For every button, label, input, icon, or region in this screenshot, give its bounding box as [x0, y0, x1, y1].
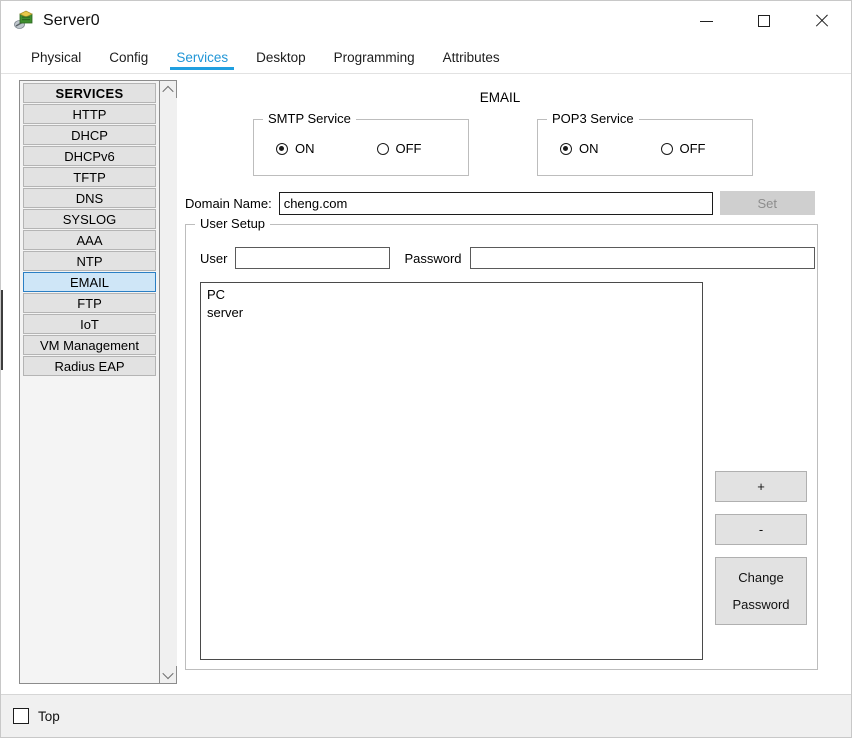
list-item[interactable]: PC — [205, 286, 702, 304]
sidebar-item-dns[interactable]: DNS — [23, 188, 156, 208]
chevron-up-icon — [162, 85, 174, 97]
minimize-icon — [699, 20, 713, 22]
close-icon — [814, 13, 830, 29]
password-label: Password — [404, 250, 462, 266]
sidebar-item-email[interactable]: EMAIL — [23, 272, 156, 292]
pop3-on-radio[interactable]: ON — [560, 141, 599, 156]
add-user-button[interactable]: + — [715, 471, 807, 502]
remove-user-button[interactable]: - — [715, 514, 807, 545]
smtp-on-radio[interactable]: ON — [276, 141, 315, 156]
scroll-down-button[interactable] — [160, 666, 177, 683]
chevron-down-icon — [162, 667, 174, 679]
services-list-header: SERVICES — [23, 83, 156, 103]
top-checkbox-label: Top — [38, 708, 60, 724]
tab-physical[interactable]: Physical — [17, 41, 95, 73]
sidebar-item-ftp[interactable]: FTP — [23, 293, 156, 313]
maximize-icon — [758, 15, 770, 27]
panel-edge-divider — [1, 290, 3, 370]
minimize-button[interactable] — [677, 1, 735, 41]
sidebar-item-vm-management[interactable]: VM Management — [23, 335, 156, 355]
radio-selected-icon — [276, 142, 288, 155]
server-config-window: Server0 Physical Config Services Desktop… — [0, 0, 852, 738]
pop3-service-group: POP3 Service ON OFF — [537, 111, 753, 176]
tab-bar: Physical Config Services Desktop Program… — [1, 41, 851, 74]
tab-desktop[interactable]: Desktop — [242, 41, 320, 73]
server-device-icon — [13, 10, 35, 32]
sidebar-item-iot[interactable]: IoT — [23, 314, 156, 334]
smtp-off-label: OFF — [395, 141, 422, 156]
list-item[interactable]: server — [205, 304, 702, 322]
title-bar: Server0 — [1, 1, 851, 41]
user-setup-group: User Setup User Password PC server + - C… — [185, 216, 818, 670]
smtp-radio-row: ON OFF — [254, 141, 468, 156]
sidebar-item-aaa[interactable]: AAA — [23, 230, 156, 250]
smtp-service-group: SMTP Service ON OFF — [253, 111, 469, 176]
user-label: User — [200, 250, 228, 266]
sidebar-item-tftp[interactable]: TFTP — [23, 167, 156, 187]
maximize-button[interactable] — [735, 1, 793, 41]
services-list: SERVICES HTTP DHCP DHCPv6 TFTP DNS SYSLO… — [20, 81, 159, 683]
user-input[interactable] — [235, 247, 391, 269]
pop3-on-label: ON — [579, 141, 599, 156]
smtp-on-label: ON — [295, 141, 315, 156]
sidebar-item-radius-eap[interactable]: Radius EAP — [23, 356, 156, 376]
password-input[interactable] — [469, 247, 815, 269]
scrollbar-track[interactable] — [159, 98, 177, 666]
smtp-off-radio[interactable]: OFF — [376, 141, 422, 156]
sidebar-item-ntp[interactable]: NTP — [23, 251, 156, 271]
sidebar-item-syslog[interactable]: SYSLOG — [23, 209, 156, 229]
set-button[interactable]: Set — [719, 191, 815, 215]
top-checkbox[interactable] — [13, 708, 29, 724]
status-bar: Top — [1, 694, 851, 737]
user-actions-column: + - Change Password — [715, 471, 807, 625]
scroll-up-button[interactable] — [160, 81, 177, 98]
smtp-group-legend: SMTP Service — [263, 111, 356, 126]
sidebar-item-dhcp[interactable]: DHCP — [23, 125, 156, 145]
close-button[interactable] — [793, 1, 851, 41]
change-password-line2: Password — [732, 596, 790, 612]
email-settings-panel: EMAIL SMTP Service ON OFF POP3 Service O… — [185, 74, 833, 694]
services-scrollbar[interactable] — [159, 81, 177, 683]
sidebar-item-http[interactable]: HTTP — [23, 104, 156, 124]
tab-programming[interactable]: Programming — [320, 41, 429, 73]
tab-attributes[interactable]: Attributes — [429, 41, 514, 73]
pop3-off-radio[interactable]: OFF — [660, 141, 706, 156]
sidebar-item-dhcpv6[interactable]: DHCPv6 — [23, 146, 156, 166]
change-password-button[interactable]: Change Password — [715, 557, 807, 625]
change-password-line1: Change — [738, 569, 784, 585]
radio-unselected-icon — [376, 142, 389, 155]
tab-config[interactable]: Config — [95, 41, 162, 73]
user-credentials-row: User Password — [200, 247, 815, 269]
radio-unselected-icon — [660, 142, 673, 155]
window-title: Server0 — [43, 12, 100, 29]
domain-name-input[interactable] — [278, 191, 713, 215]
window-controls — [677, 1, 851, 41]
services-sidebar: SERVICES HTTP DHCP DHCPv6 TFTP DNS SYSLO… — [19, 80, 177, 684]
page-title: EMAIL — [479, 90, 521, 105]
user-list[interactable]: PC server — [200, 282, 703, 660]
tab-services[interactable]: Services — [162, 41, 242, 73]
pop3-radio-row: ON OFF — [538, 141, 752, 156]
pop3-group-legend: POP3 Service — [547, 111, 639, 126]
domain-name-label: Domain Name: — [185, 195, 272, 211]
radio-selected-icon — [560, 142, 572, 155]
domain-name-row: Domain Name: Set — [185, 191, 833, 215]
content-area: SERVICES HTTP DHCP DHCPv6 TFTP DNS SYSLO… — [1, 74, 851, 694]
pop3-off-label: OFF — [679, 141, 706, 156]
user-setup-legend: User Setup — [195, 216, 271, 231]
